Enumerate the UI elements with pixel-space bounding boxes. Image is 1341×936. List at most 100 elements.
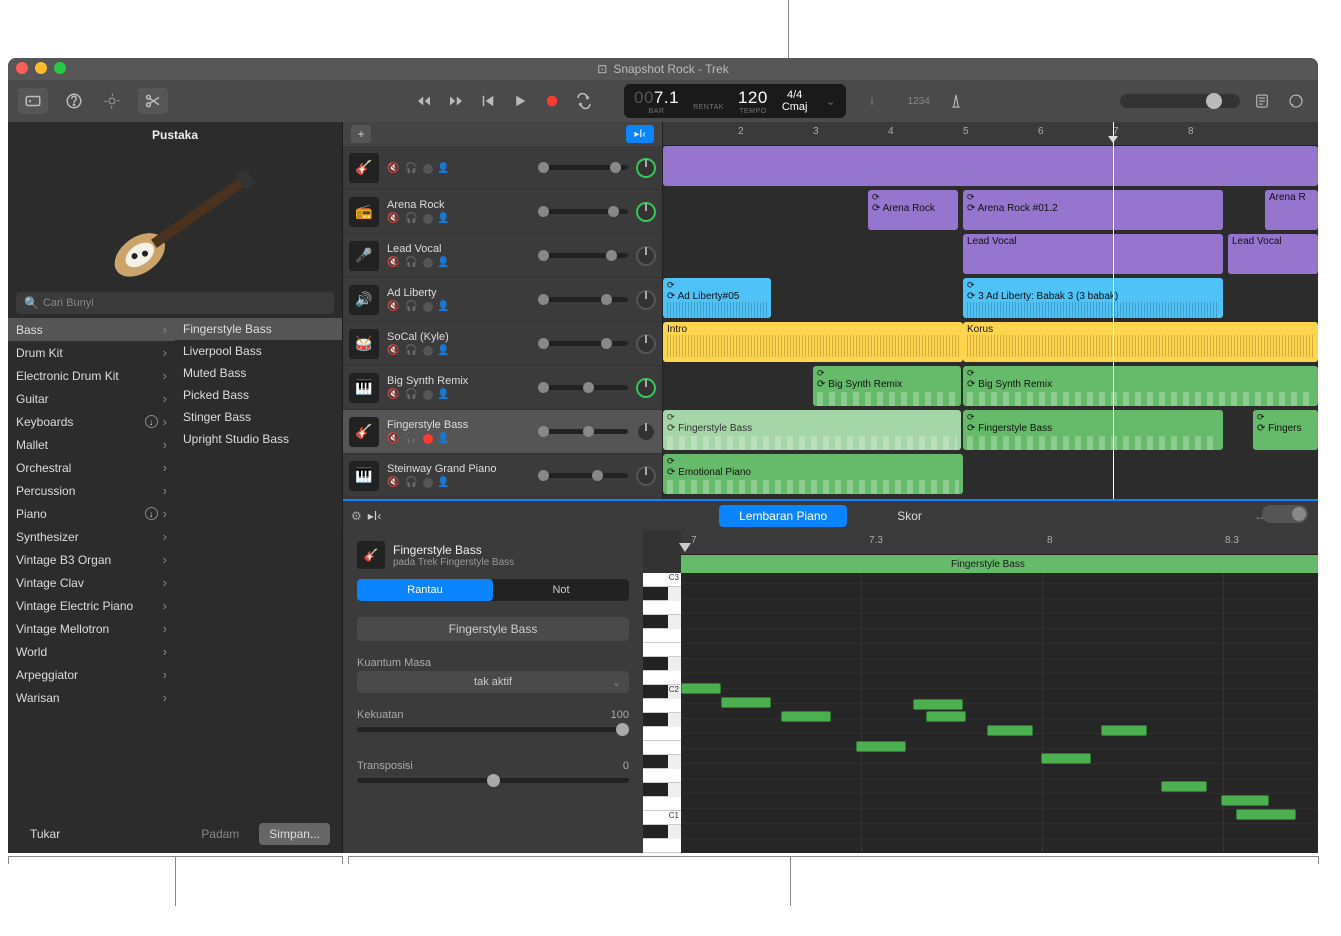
mute-icon[interactable]: 🔇 <box>387 213 401 225</box>
arrange-region[interactable]: Korus <box>963 322 1318 362</box>
library-item[interactable]: Stinger Bass <box>175 406 342 428</box>
track-header[interactable]: 🎹 Steinway Grand Piano 🔇 🎧 👤 <box>343 454 662 498</box>
input-monitor-icon[interactable]: 👤 <box>437 433 451 445</box>
add-track-button[interactable]: + <box>351 125 371 143</box>
save-button[interactable]: Simpan... <box>259 823 330 845</box>
library-search[interactable]: 🔍 Cari Bunyi <box>16 292 334 314</box>
track-pan-knob[interactable] <box>636 158 656 178</box>
solo-icon[interactable]: 🎧 <box>405 301 419 313</box>
record-enable-icon[interactable] <box>423 390 433 400</box>
library-item[interactable]: Liverpool Bass <box>175 340 342 362</box>
library-item[interactable]: Piano↓› <box>8 502 175 525</box>
input-monitor-icon[interactable]: 👤 <box>437 301 451 313</box>
midi-note[interactable] <box>987 725 1033 736</box>
library-item[interactable]: Mallet› <box>8 433 175 456</box>
track-volume-slider[interactable] <box>538 429 628 434</box>
loop-browser-button[interactable] <box>1284 89 1308 113</box>
track-pan-knob[interactable] <box>636 202 656 222</box>
track-volume-slider[interactable] <box>538 385 628 390</box>
track-volume-slider[interactable] <box>538 253 628 258</box>
library-item[interactable]: Drum Kit› <box>8 341 175 364</box>
minimize-window-button[interactable] <box>35 62 47 74</box>
midi-note[interactable] <box>1221 795 1269 806</box>
piano-roll-ruler[interactable]: 77.388.3 <box>681 531 1318 555</box>
timeline-ruler[interactable]: 2345678 <box>663 122 1318 146</box>
automation-toggle[interactable]: ▸Ⅰ‹ <box>626 125 654 143</box>
record-enable-icon[interactable] <box>423 346 433 356</box>
record-enable-icon[interactable] <box>423 434 433 444</box>
piano-roll-tab[interactable]: Lembaran Piano <box>719 505 847 527</box>
track-header[interactable]: 📻 Arena Rock 🔇 🎧 👤 <box>343 190 662 234</box>
forward-button[interactable] <box>444 89 468 113</box>
arrange-region[interactable]: ⟳ Fingerstyle Bass <box>663 410 961 450</box>
solo-icon[interactable]: 🎧 <box>405 477 419 489</box>
midi-note[interactable] <box>1236 809 1296 820</box>
editor-link-icon[interactable]: ⚙ <box>351 509 362 523</box>
track-header[interactable]: 🥁 SoCal (Kyle) 🔇 🎧 👤 <box>343 322 662 366</box>
track-header[interactable]: 🎹 Big Synth Remix 🔇 🎧 👤 <box>343 366 662 410</box>
library-toggle-button[interactable] <box>18 88 48 114</box>
cycle-button[interactable] <box>572 89 596 113</box>
arrange-region[interactable]: ⟳ Ad Liberty#05 <box>663 278 771 318</box>
delete-button[interactable]: Padam <box>191 823 249 845</box>
arrange-region[interactable]: Intro <box>663 322 963 362</box>
close-window-button[interactable] <box>16 62 28 74</box>
arrange-region[interactable]: ⟳ Arena Rock #01.2 <box>963 190 1223 230</box>
arrange-region[interactable]: ⟳ Fingerstyle Bass <box>963 410 1223 450</box>
mute-icon[interactable]: 🔇 <box>387 257 401 269</box>
piano-keyboard[interactable]: C3C2C1 <box>643 573 681 853</box>
quick-help-button[interactable] <box>62 89 86 113</box>
library-item[interactable]: Vintage Mellotron› <box>8 617 175 640</box>
midi-note[interactable] <box>1041 753 1091 764</box>
zoom-window-button[interactable] <box>54 62 66 74</box>
library-item[interactable]: Vintage Clav› <box>8 571 175 594</box>
library-item[interactable]: Picked Bass <box>175 384 342 406</box>
library-item[interactable]: Fingerstyle Bass <box>175 318 342 340</box>
solo-icon[interactable]: 🎧 <box>405 257 419 269</box>
mute-icon[interactable]: 🔇 <box>387 433 401 445</box>
library-item[interactable]: Percussion› <box>8 479 175 502</box>
playhead[interactable] <box>1113 122 1114 499</box>
piano-roll-grid[interactable] <box>681 573 1318 853</box>
transpose-slider[interactable] <box>357 778 629 783</box>
track-pan-knob[interactable] <box>636 378 656 398</box>
strength-slider[interactable] <box>357 727 629 732</box>
arrange-region[interactable]: Lead Vocal <box>963 234 1223 274</box>
auto-button[interactable] <box>100 89 124 113</box>
midi-note[interactable] <box>913 699 963 710</box>
arrange-region[interactable]: ⟳ Arena Rock <box>868 190 958 230</box>
mute-icon[interactable]: 🔇 <box>387 345 401 357</box>
midi-note[interactable] <box>721 697 771 708</box>
library-item[interactable]: Upright Studio Bass <box>175 428 342 450</box>
rewind-button[interactable] <box>412 89 436 113</box>
library-item[interactable]: Vintage Electric Piano› <box>8 594 175 617</box>
midi-note[interactable] <box>1161 781 1207 792</box>
arrange-region[interactable]: ⟳ Big Synth Remix <box>963 366 1318 406</box>
midi-note[interactable] <box>856 741 906 752</box>
midi-note[interactable] <box>926 711 966 722</box>
quantize-dropdown[interactable]: tak aktif <box>357 671 629 693</box>
track-header[interactable]: 🎤 Lead Vocal 🔇 🎧 👤 <box>343 234 662 278</box>
track-pan-knob[interactable] <box>636 246 656 266</box>
zoom-toggle[interactable] <box>1262 505 1308 523</box>
track-header[interactable]: 🔊 Ad Liberty 🔇 🎧 👤 <box>343 278 662 322</box>
go-to-start-button[interactable] <box>476 89 500 113</box>
solo-icon[interactable]: 🎧 <box>405 389 419 401</box>
master-volume-slider[interactable] <box>1120 94 1240 108</box>
track-volume-slider[interactable] <box>538 473 628 478</box>
input-monitor-icon[interactable]: 👤 <box>437 345 451 357</box>
input-monitor-icon[interactable]: 👤 <box>437 213 451 225</box>
arrange-region[interactable]: ⟳ 3 Ad Liberty: Babak 3 (3 babak) <box>963 278 1223 318</box>
library-item[interactable]: Muted Bass <box>175 362 342 384</box>
record-enable-icon[interactable] <box>423 478 433 488</box>
solo-icon[interactable]: 🎧 <box>405 163 419 175</box>
arrange-region[interactable] <box>663 146 1318 186</box>
preset-selector[interactable]: Fingerstyle Bass <box>357 617 629 641</box>
track-header[interactable]: 🎸 Fingerstyle Bass 🔇 🎧 👤 <box>343 410 662 454</box>
mute-icon[interactable]: 🔇 <box>387 389 401 401</box>
region-note-toggle[interactable]: Rantau Not <box>357 579 629 601</box>
library-item[interactable]: Arpeggiator› <box>8 663 175 686</box>
library-item[interactable]: Guitar› <box>8 387 175 410</box>
swap-button[interactable]: Tukar <box>20 823 70 845</box>
editor-catch-icon[interactable]: ▸Ⅰ‹ <box>368 509 382 523</box>
